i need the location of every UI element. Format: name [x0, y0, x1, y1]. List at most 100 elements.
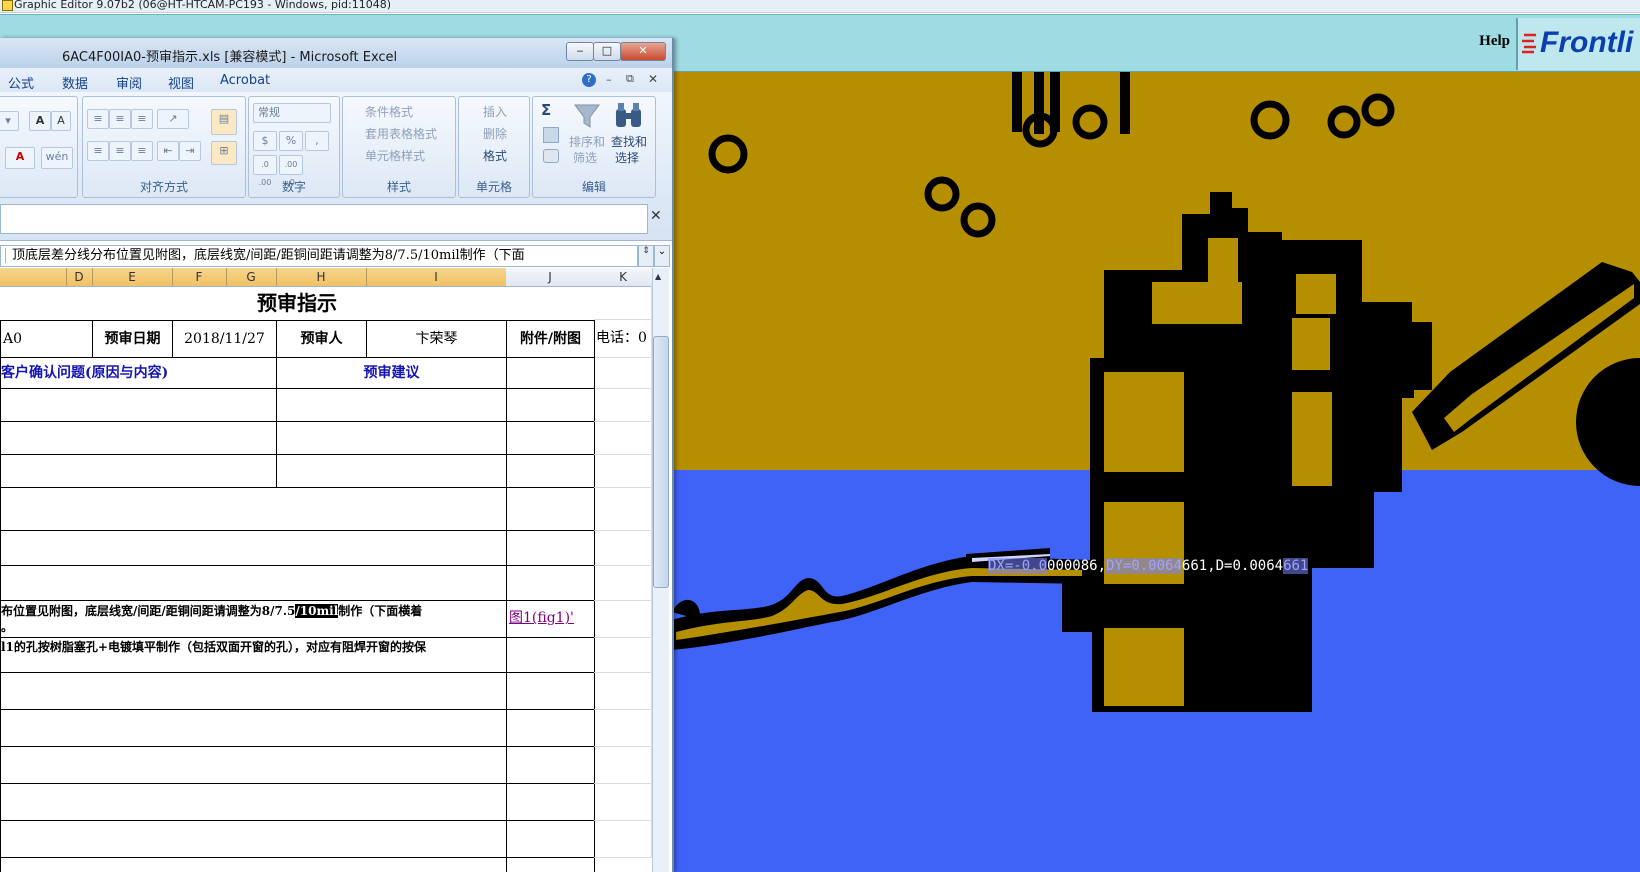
autosum-button[interactable]: Σ [541, 101, 551, 119]
close-pane-icon[interactable]: ✕ [650, 208, 662, 224]
grid-cell[interactable] [0, 530, 507, 566]
clear-icon[interactable] [543, 149, 559, 163]
align-top-icon[interactable]: ≡ [87, 109, 109, 129]
scrollbar-thumb[interactable] [653, 336, 669, 588]
decrease-decimal-button[interactable]: .00 .0 [279, 155, 303, 187]
sheet-heading[interactable]: 预审指示 [0, 286, 594, 320]
help-menu[interactable]: Help [1479, 33, 1510, 50]
grid-cell[interactable] [506, 783, 595, 821]
grid-cell[interactable] [0, 820, 507, 858]
grid-cell[interactable] [594, 710, 652, 747]
ribbon-minimize-icon[interactable]: – [606, 73, 612, 86]
part-no-cell[interactable]: A0 [0, 320, 93, 358]
grid-cell[interactable] [594, 286, 652, 320]
grid-cell[interactable] [594, 673, 652, 710]
maximize-button[interactable]: □ [593, 42, 621, 61]
attachment-link-cell[interactable]: 图1(fig1)' [506, 600, 595, 638]
grid-cell[interactable] [594, 388, 652, 422]
grid-cell[interactable] [506, 357, 595, 389]
column-header-c[interactable] [0, 268, 67, 286]
grid-cell[interactable] [506, 637, 595, 673]
grid-cell[interactable] [506, 746, 595, 784]
tab-acrobat[interactable]: Acrobat [220, 73, 270, 88]
tab-review[interactable]: 审阅 [116, 73, 142, 92]
column-header-h[interactable]: H [276, 268, 367, 286]
insert-button[interactable]: 插入 [483, 103, 507, 120]
grid-cell[interactable] [0, 421, 277, 455]
font-size-dropdown[interactable]: ▾ [0, 111, 19, 131]
orientation-icon[interactable]: ↗ [157, 109, 189, 129]
column-header-j[interactable]: J [506, 268, 595, 286]
grid-cell[interactable] [0, 709, 507, 747]
note-1-cell[interactable]: 布位置见附图，底层线宽/间距/距铜间距请调整为8/7.5/10mil制作（下面横… [0, 600, 507, 638]
fig1-link[interactable]: 图1(fig1)' [509, 610, 574, 626]
grid-cell[interactable] [0, 565, 507, 601]
grid-cell[interactable] [594, 821, 652, 858]
close-button[interactable]: ✕ [620, 42, 666, 61]
grid-cell[interactable] [594, 638, 652, 673]
customer-question-header[interactable]: 客户确认问题(原因与内容) [0, 357, 277, 389]
minimize-button[interactable]: ‒ [566, 42, 594, 61]
fill-icon[interactable] [543, 127, 559, 143]
grid-cell[interactable] [0, 487, 507, 531]
review-date-value[interactable]: 2018/11/27 [172, 320, 277, 358]
grid-cell[interactable] [594, 566, 652, 601]
reviewer-value[interactable]: 卞荣琴 [366, 320, 507, 358]
column-header-g[interactable]: G [226, 268, 277, 286]
grid-cell[interactable] [506, 820, 595, 858]
tab-formulas[interactable]: 公式 [8, 73, 34, 92]
grid-cell[interactable] [276, 421, 507, 455]
worksheet-grid[interactable]: 预审指示 A0 预审日期 2018/11/27 预审人 卞荣琴 附件/附图 电话… [0, 286, 652, 872]
table-format-button[interactable]: 套用表格格式 [365, 125, 437, 142]
grid-cell[interactable] [506, 565, 595, 601]
pcb-canvas[interactable] [672, 72, 1640, 872]
tab-view[interactable]: 视图 [168, 73, 194, 92]
align-bottom-icon[interactable]: ≡ [131, 109, 153, 129]
grid-cell[interactable] [506, 857, 595, 872]
align-middle-icon[interactable]: ≡ [109, 109, 131, 129]
cell-styles-button[interactable]: 单元格样式 [365, 147, 425, 164]
note-2-cell[interactable]: l1的孔按树脂塞孔+电镀填平制作（包括双面开窗的孔），对应有阻焊开窗的按保 [0, 637, 507, 673]
align-center-icon[interactable]: ≡ [109, 141, 131, 161]
column-header-i[interactable]: I [366, 268, 507, 286]
decrease-indent-icon[interactable]: ⇤ [157, 141, 179, 161]
grid-cell[interactable] [506, 454, 595, 488]
grid-cell[interactable] [506, 487, 595, 531]
grid-cell[interactable] [594, 488, 652, 531]
grid-cell[interactable] [506, 388, 595, 422]
grid-cell[interactable] [0, 388, 277, 422]
number-format-dropdown[interactable]: 常规 [253, 103, 331, 123]
grid-cell[interactable] [506, 421, 595, 455]
grid-cell[interactable] [506, 672, 595, 710]
help-icon[interactable]: ? [582, 73, 596, 87]
increase-indent-icon[interactable]: ⇥ [179, 141, 201, 161]
grid-cell[interactable] [506, 530, 595, 566]
column-header-f[interactable]: F [172, 268, 227, 286]
grid-cell[interactable] [0, 746, 507, 784]
sort-filter-icon[interactable] [573, 101, 603, 131]
formula-scroll-icon[interactable]: ⇕ [638, 245, 654, 267]
ribbon-restore-icon[interactable]: ⧉ [626, 72, 634, 86]
percent-button[interactable]: % [279, 131, 303, 151]
grid-cell[interactable] [594, 784, 652, 821]
merge-center-icon[interactable]: ⊞ [211, 141, 237, 165]
align-right-icon[interactable]: ≡ [131, 141, 153, 161]
grid-cell[interactable] [506, 709, 595, 747]
grid-cell[interactable] [0, 672, 507, 710]
phonetic-icon[interactable]: wén [41, 147, 73, 169]
expand-formula-icon[interactable]: ⌄ [654, 245, 670, 267]
name-box[interactable] [0, 204, 648, 234]
review-date-label[interactable]: 预审日期 [92, 320, 173, 358]
attachment-label[interactable]: 附件/附图 [506, 320, 595, 358]
grid-cell[interactable] [594, 601, 652, 638]
comma-button[interactable]: , [305, 131, 329, 151]
phone-cell[interactable]: 电话：0 [594, 320, 652, 358]
grow-font-icon[interactable]: A [29, 111, 51, 131]
formula-bar[interactable]: 顶底层差分线分布位置见附图，底层线宽/间距/距铜间距请调整为8/7.5/10mi… [0, 245, 638, 267]
column-header-e[interactable]: E [92, 268, 173, 286]
wrap-text-icon[interactable]: ▤ [211, 109, 237, 135]
delete-button[interactable]: 删除 [483, 125, 507, 142]
grid-cell[interactable] [0, 857, 507, 872]
grid-cell[interactable] [594, 747, 652, 784]
align-left-icon[interactable]: ≡ [87, 141, 109, 161]
